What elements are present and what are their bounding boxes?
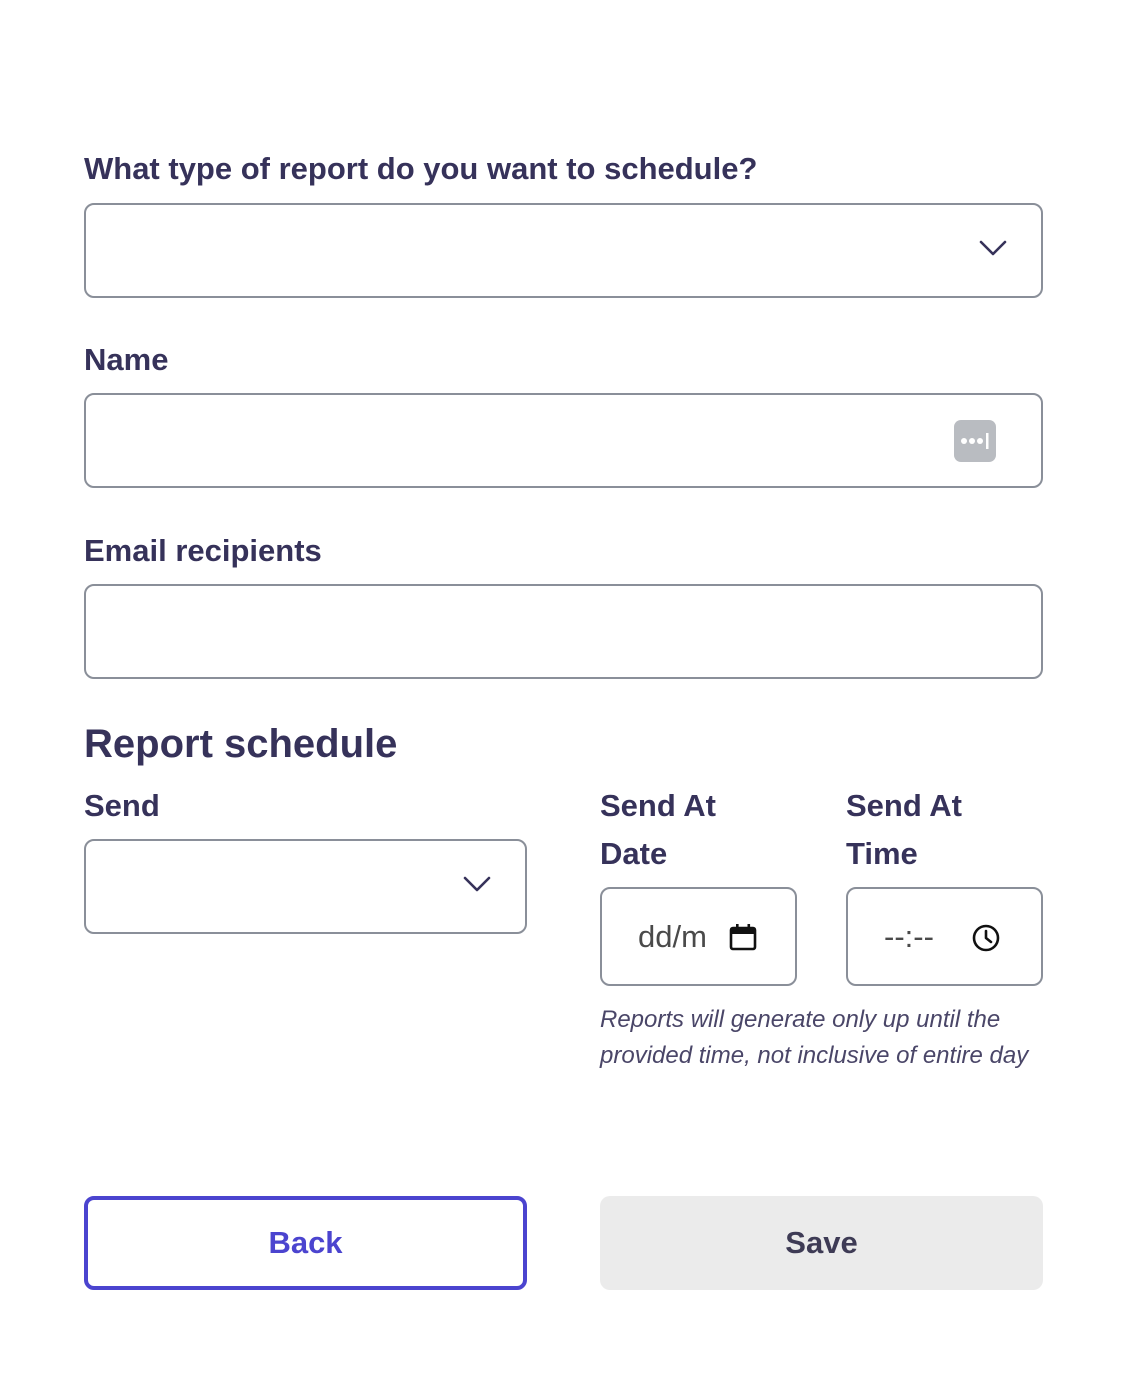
send-at-date-label-line1: Send At [600,788,716,823]
name-label: Name [84,342,169,377]
send-at-time-label-line1: Send At [846,788,962,823]
schedule-note: Reports will generate only up until the … [600,1002,1050,1074]
send-label: Send [84,788,160,823]
chevron-down-icon [979,240,1007,256]
chevron-down-icon [463,876,491,892]
clock-icon[interactable] [971,923,1001,953]
send-at-time-label-line2: Time [846,836,918,871]
report-schedule-heading: Report schedule [84,722,398,766]
schedule-note-line1: Reports will generate only up until the [600,1006,1001,1033]
back-button[interactable]: Back [84,1196,527,1290]
send-frequency-select[interactable] [84,839,527,934]
send-at-date-label-line2: Date [600,836,668,871]
email-recipients-label: Email recipients [84,533,322,568]
save-button[interactable]: Save [600,1196,1043,1290]
send-at-time-input[interactable]: --:-- [846,887,1043,986]
report-type-select[interactable] [84,203,1043,298]
send-at-date-input[interactable]: dd/m [600,887,797,986]
date-placeholder: dd/m [638,919,707,954]
report-type-label: What type of report do you want to sched… [84,151,758,186]
email-recipients-input[interactable] [84,584,1043,679]
time-placeholder: --:-- [884,919,934,954]
calendar-icon[interactable] [729,923,757,951]
schedule-note-line2: provided time, not inclusive of entire d… [600,1042,1029,1069]
name-input[interactable] [84,393,1043,488]
password-manager-icon[interactable] [954,420,996,462]
schedule-report-form: What type of report do you want to sched… [84,0,1043,1376]
